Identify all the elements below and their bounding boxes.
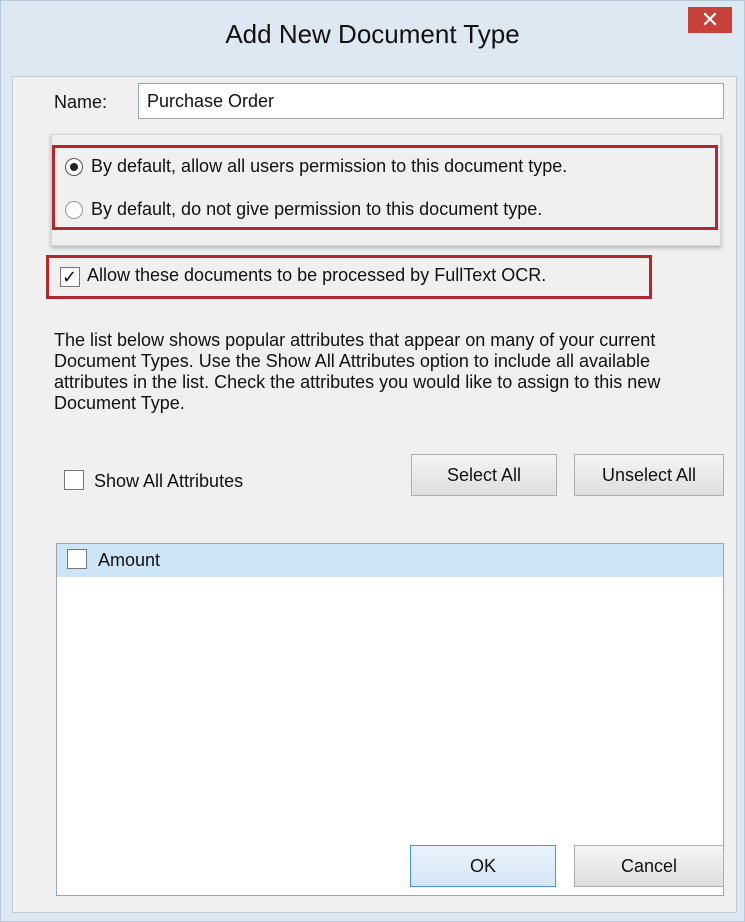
attribute-label: Amount: [98, 550, 161, 570]
show-all-attributes-label[interactable]: Show All Attributes: [94, 471, 243, 492]
close-icon: ✕: [700, 7, 720, 32]
checkmark-icon: ✓: [62, 267, 78, 287]
unselect-all-button[interactable]: Unselect All: [574, 454, 724, 496]
list-item[interactable]: Amount: [57, 544, 723, 577]
cancel-button[interactable]: Cancel: [574, 845, 724, 887]
show-all-attributes-checkbox[interactable]: [64, 470, 84, 490]
dialog-title: Add New Document Type: [225, 19, 520, 49]
radio-allow-all-label[interactable]: By default, allow all users permission t…: [91, 156, 567, 177]
radio-selected-dot: [70, 163, 78, 171]
ocr-checkbox[interactable]: ✓: [60, 267, 80, 287]
title-bar: Add New Document Type ✕: [1, 1, 744, 77]
ocr-label[interactable]: Allow these documents to be processed by…: [87, 265, 546, 286]
attribute-checkbox[interactable]: [67, 549, 87, 569]
description-text: The list below shows popular attributes …: [54, 330, 661, 413]
name-label: Name:: [54, 92, 108, 112]
radio-allow-all[interactable]: [65, 158, 83, 176]
ok-button[interactable]: OK: [410, 845, 556, 887]
close-button[interactable]: ✕: [688, 7, 732, 33]
dialog-window: Add New Document Type ✕ Name: Purchase O…: [0, 0, 745, 922]
select-all-button[interactable]: Select All: [411, 454, 557, 496]
name-input[interactable]: Purchase Order: [138, 83, 724, 119]
radio-no-permission[interactable]: [65, 201, 83, 219]
attributes-list[interactable]: Amount: [56, 543, 724, 896]
radio-no-permission-label[interactable]: By default, do not give permission to th…: [91, 199, 542, 220]
dialog-body: Name: Purchase Order By default, allow a…: [12, 76, 737, 913]
